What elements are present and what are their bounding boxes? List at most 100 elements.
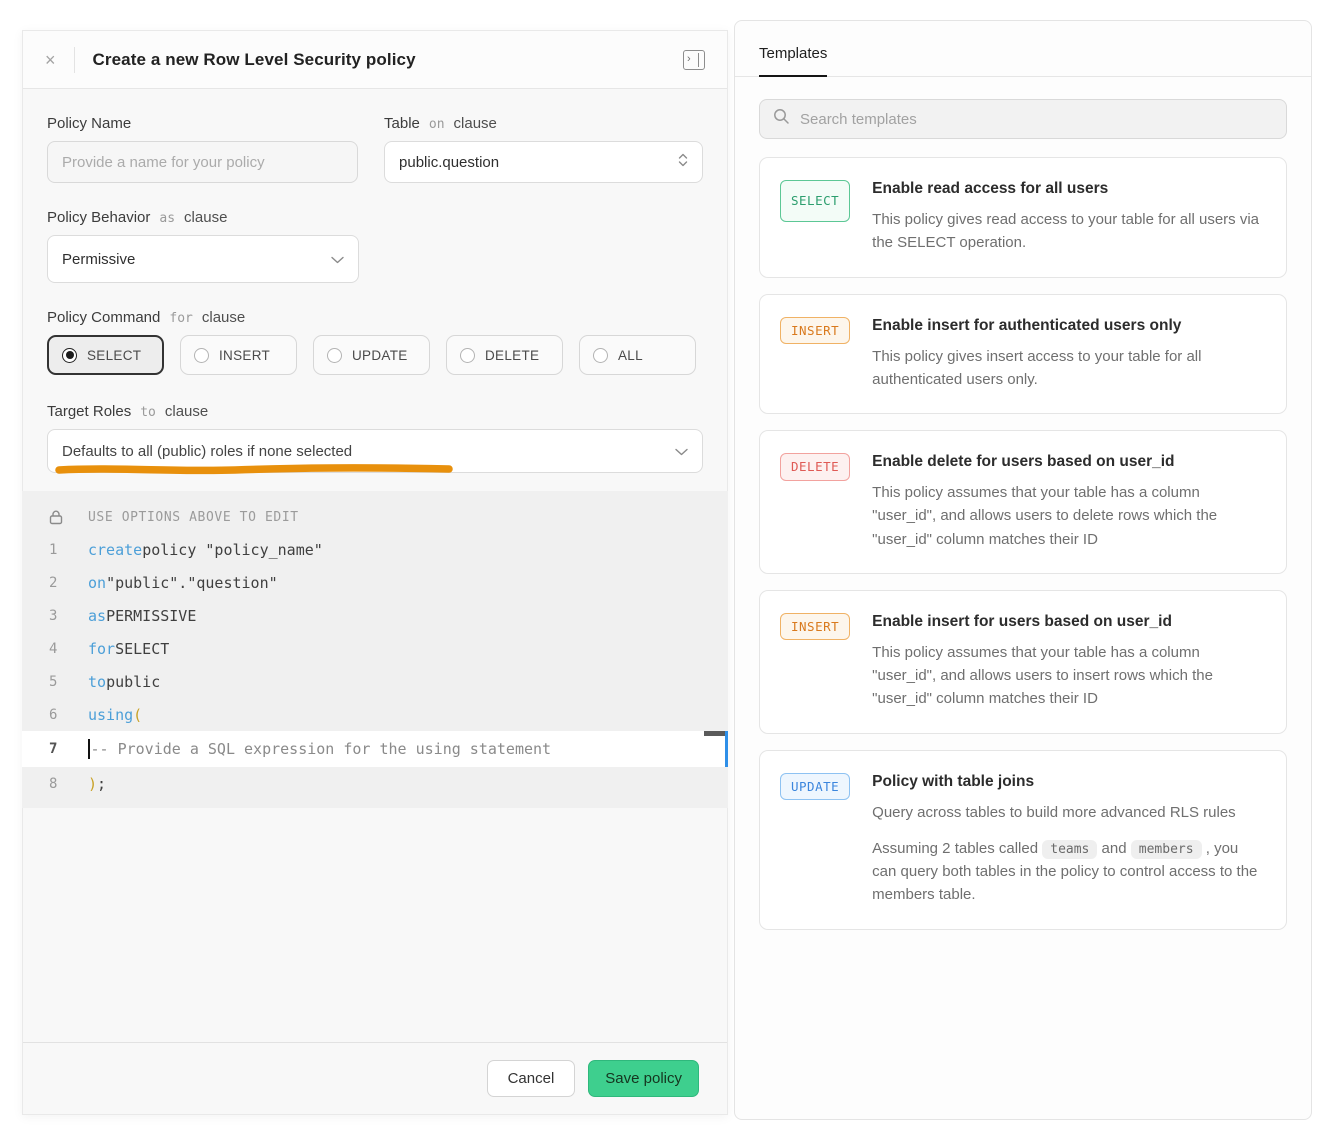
target-roles-select-value: Defaults to all (public) roles if none s…: [62, 443, 352, 460]
policy-name-input[interactable]: [47, 141, 358, 183]
description-text: Assuming 2 tables called: [872, 840, 1042, 857]
description-text: This policy assumes that your table has …: [872, 484, 1217, 548]
description-text: and: [1097, 840, 1130, 857]
template-title: Enable insert for users based on user_id: [872, 613, 1266, 631]
code-token: to: [88, 673, 106, 691]
template-description: This policy gives insert access to your …: [872, 345, 1266, 392]
command-option-all[interactable]: ALL: [579, 335, 696, 375]
save-policy-button[interactable]: Save policy: [588, 1060, 699, 1097]
template-card-2[interactable]: INSERT Enable insert for authenticated us…: [759, 294, 1287, 415]
template-list: SELECT Enable read access for all users Th…: [735, 149, 1311, 956]
command-option-delete[interactable]: DELETE: [446, 335, 563, 375]
target-roles-select[interactable]: Defaults to all (public) roles if none s…: [47, 429, 703, 473]
text-cursor: [88, 739, 90, 759]
search-icon: [773, 108, 790, 130]
command-option-update[interactable]: UPDATE: [313, 335, 430, 375]
line-number: 3: [22, 608, 88, 624]
command-option-insert[interactable]: INSERT: [180, 335, 297, 375]
command-label: Policy Command: [47, 309, 160, 326]
behavior-clause-key: as: [159, 211, 175, 226]
code-token: using: [88, 706, 133, 724]
line-number: 6: [22, 707, 88, 723]
code-token: as: [88, 607, 106, 625]
template-card-body: Enable insert for authenticated users on…: [872, 317, 1266, 392]
template-description: Assuming 2 tables called teams and membe…: [872, 837, 1266, 907]
editor-line-3: 3as PERMISSIVE: [22, 599, 728, 632]
collapse-panel-icon[interactable]: ›: [683, 50, 705, 70]
template-card-body: Enable insert for users based on user_id…: [872, 613, 1266, 711]
template-title: Enable insert for authenticated users on…: [872, 317, 1266, 335]
behavior-select[interactable]: Permissive: [47, 235, 359, 283]
code-token: ): [88, 775, 97, 793]
lock-icon: [22, 510, 88, 525]
radio-circle-icon: [593, 348, 608, 363]
description-text: Query across tables to build more advanc…: [872, 804, 1236, 821]
template-card-4[interactable]: INSERTEnable insert for users based on u…: [759, 590, 1287, 734]
template-title: Policy with table joins: [872, 773, 1266, 791]
table-select-value: public.question: [399, 154, 499, 171]
template-card-body: Enable read access for all users This pol…: [872, 180, 1266, 255]
editor-line-7[interactable]: 7-- Provide a SQL expression for the usi…: [22, 731, 728, 767]
template-card-body: Policy with table joins Query across tabl…: [872, 773, 1266, 907]
editor-line-5: 5to public: [22, 665, 728, 698]
line-number: 5: [22, 674, 88, 690]
template-badge: DELETE: [780, 453, 850, 481]
search-templates-input[interactable]: [800, 111, 1273, 128]
policy-form: Policy Name Table on clause public.quest…: [23, 89, 727, 491]
radio-label: ALL: [618, 348, 643, 363]
tab-templates[interactable]: Templates: [759, 45, 827, 77]
template-card-3[interactable]: DELETE Enable delete for users based on u…: [759, 430, 1287, 574]
editor-line-4: 4for SELECT: [22, 632, 728, 665]
command-option-select[interactable]: SELECT: [47, 335, 164, 375]
target-roles-clause-word: clause: [165, 403, 208, 420]
editor-line-8: 8);: [22, 767, 728, 800]
behavior-label: Policy Behavior: [47, 209, 150, 226]
editor-line-6: 6using (: [22, 698, 728, 731]
dialog-empty-space: [23, 808, 727, 1042]
code-token: ;: [97, 775, 106, 793]
radio-circle-icon: [460, 348, 475, 363]
template-badge: INSERT: [780, 317, 850, 345]
line-number: 7: [22, 741, 88, 757]
radio-label: UPDATE: [352, 348, 408, 363]
updown-chevron-icon: [678, 152, 688, 172]
code-token: create: [88, 541, 142, 559]
template-title: Enable delete for users based on user_id: [872, 453, 1266, 471]
table-clause-key: on: [429, 117, 445, 132]
template-card-5[interactable]: UPDATEPolicy with table joinsQuery acros…: [759, 750, 1287, 930]
command-clause-word: clause: [202, 309, 245, 326]
cancel-button[interactable]: Cancel: [487, 1060, 576, 1097]
line-number: 4: [22, 641, 88, 657]
chevron-down-icon: [675, 443, 688, 460]
dialog-title: Create a new Row Level Security policy: [93, 50, 416, 70]
radio-label: DELETE: [485, 348, 539, 363]
dialog-footer: Cancel Save policy: [23, 1042, 727, 1114]
template-description: This policy assumes that your table has …: [872, 641, 1266, 711]
close-icon[interactable]: ×: [45, 51, 56, 69]
code-token: "public"."question": [106, 574, 278, 592]
template-search: [759, 99, 1287, 139]
templates-panel: Templates SELECT Enable read access for a…: [734, 20, 1312, 1120]
template-badge: SELECT: [780, 180, 850, 222]
header-divider: [74, 47, 75, 73]
template-description: Query across tables to build more advanc…: [872, 801, 1266, 824]
description-text: This policy gives insert access to your …: [872, 348, 1201, 388]
description-text: This policy gives read access to your ta…: [872, 211, 1259, 251]
inline-code-chip: members: [1131, 840, 1202, 859]
code-token: SELECT: [115, 640, 169, 658]
dialog-header: × Create a new Row Level Security policy…: [23, 31, 727, 89]
code-token: public: [106, 673, 160, 691]
target-roles-clause-key: to: [140, 405, 156, 420]
command-options: SELECT INSERT UPDATE DELETE ALL: [47, 335, 703, 375]
template-title: Enable read access for all users: [872, 180, 1266, 198]
table-label: Table: [384, 115, 420, 132]
template-description: This policy gives read access to your ta…: [872, 208, 1266, 255]
command-clause-key: for: [169, 311, 192, 326]
editor-lines: 1create policy "policy_name"2on "public"…: [22, 533, 728, 800]
table-select[interactable]: public.question: [384, 141, 703, 183]
editor-locked-banner: USE OPTIONS ABOVE TO EDIT: [22, 501, 728, 533]
template-card-1[interactable]: SELECT Enable read access for all users Th…: [759, 157, 1287, 278]
code-token: PERMISSIVE: [106, 607, 196, 625]
scrollbar-thumb[interactable]: [704, 731, 725, 736]
editor-line-2: 2on "public"."question": [22, 566, 728, 599]
